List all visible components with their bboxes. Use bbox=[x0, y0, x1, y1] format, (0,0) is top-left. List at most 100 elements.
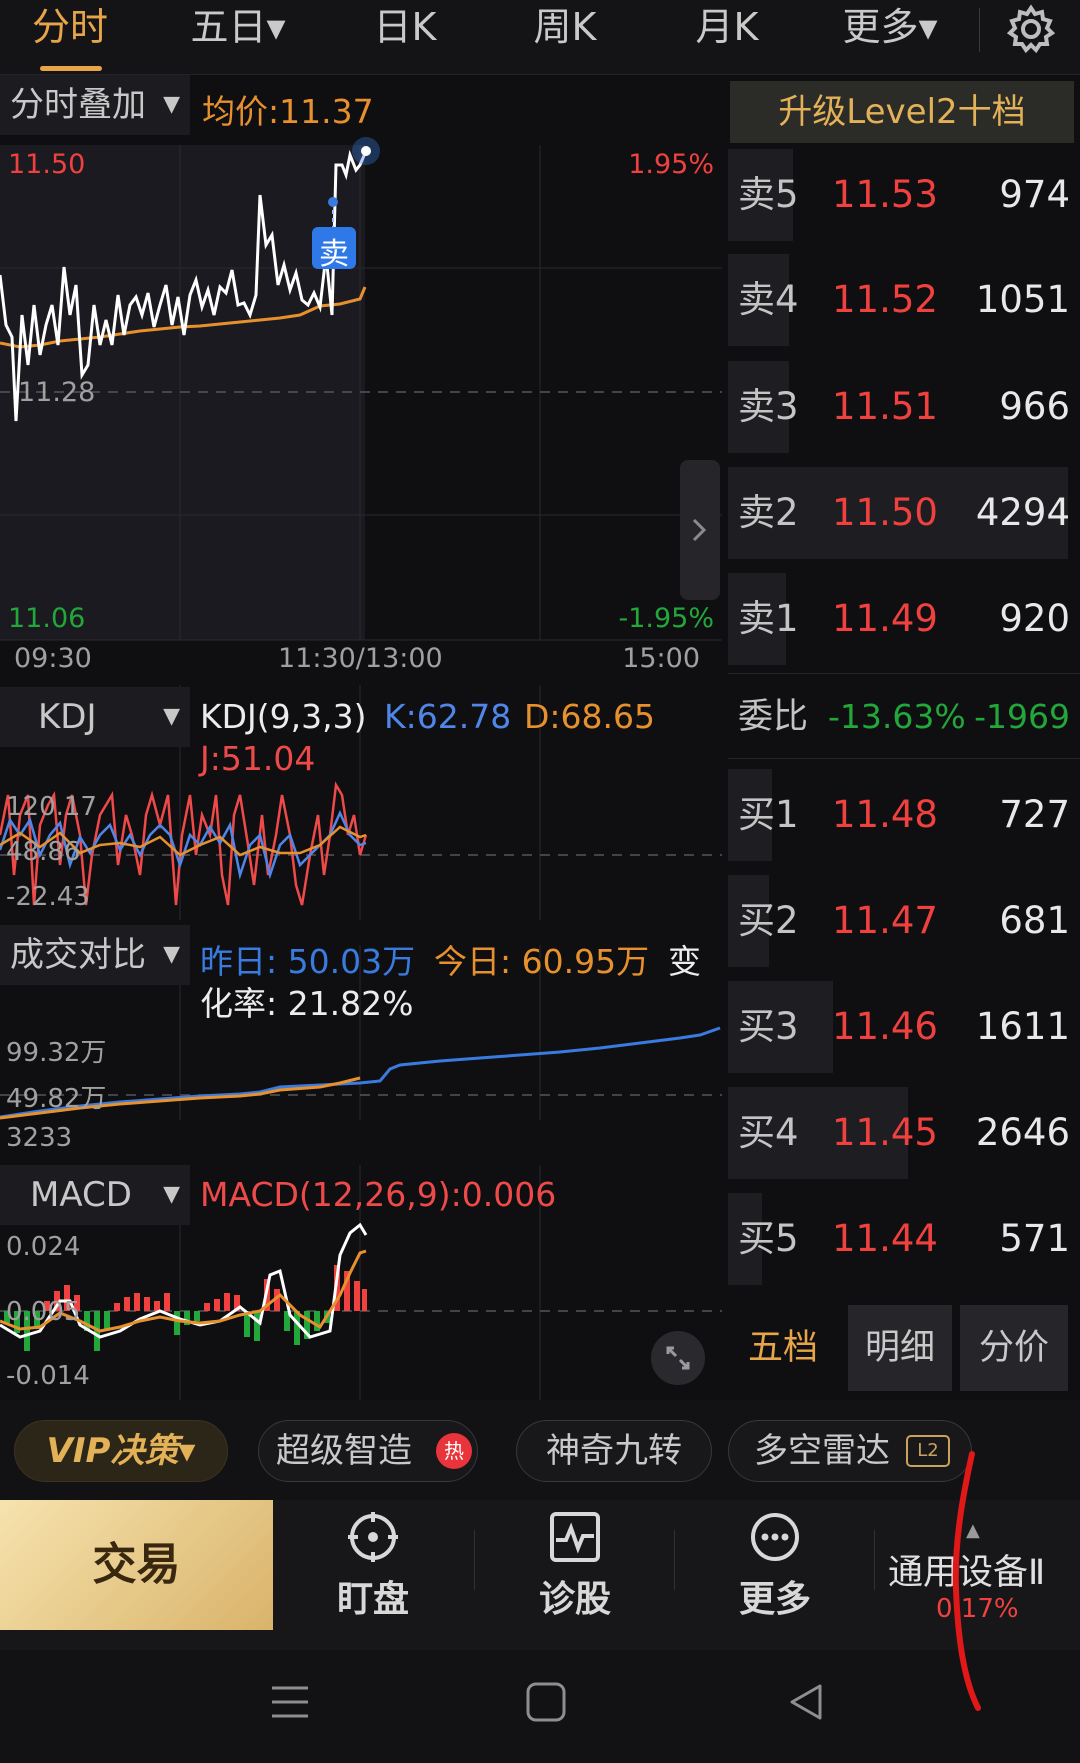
annotation-stroke bbox=[952, 1451, 981, 1711]
price-high-label: 11.50 bbox=[8, 149, 86, 180]
macd-params: MACD(12,26,9):0.006 bbox=[200, 1175, 557, 1214]
ask-price: 11.49 bbox=[832, 597, 938, 640]
trade-button[interactable]: 交易 bbox=[0, 1500, 273, 1630]
order-book: 升级Level2十档 卖5 11.53 974 卖4 11.52 1051 卖3… bbox=[728, 75, 1080, 1400]
ask-row-2[interactable]: 卖2 11.50 4294 bbox=[728, 463, 1080, 563]
bid-price: 11.48 bbox=[832, 793, 938, 836]
diagnose-button[interactable]: 诊股 bbox=[500, 1500, 650, 1630]
ask-row-1[interactable]: 卖1 11.49 920 bbox=[728, 569, 1080, 669]
volume-yesterday: 昨日: 50.03万 bbox=[200, 942, 416, 981]
caret-down-icon: ▼ bbox=[163, 92, 180, 117]
bid-volume: 571 bbox=[999, 1217, 1070, 1260]
more-label: 更多 bbox=[738, 1579, 811, 1620]
upgrade-level2-button[interactable]: 升级Level2十档 bbox=[730, 81, 1074, 143]
avg-price-label: 均价:11.37 bbox=[202, 92, 374, 131]
divider bbox=[874, 1530, 875, 1590]
bid-level-label: 买3 bbox=[738, 1005, 799, 1048]
tab-intraday[interactable]: 分时 bbox=[20, 0, 120, 75]
crosshair-icon bbox=[348, 1512, 398, 1562]
ask-volume: 1051 bbox=[975, 278, 1070, 321]
order-ratio-value: -1969 bbox=[974, 697, 1070, 736]
more-button[interactable]: 更多 bbox=[700, 1500, 850, 1630]
tab-monthly-k[interactable]: 月K bbox=[672, 0, 782, 75]
macd-dropdown[interactable]: MACD ▼ bbox=[0, 1165, 190, 1225]
bid-volume: 681 bbox=[999, 899, 1070, 942]
back-icon[interactable] bbox=[784, 1680, 828, 1724]
more-dots-icon bbox=[751, 1513, 799, 1561]
bid-price: 11.47 bbox=[832, 899, 938, 942]
fullscreen-icon[interactable] bbox=[650, 1330, 706, 1386]
bid-level-label: 买4 bbox=[738, 1111, 799, 1154]
ask-price: 11.53 bbox=[832, 173, 938, 216]
ask-volume: 966 bbox=[999, 385, 1070, 428]
ask-price: 11.52 bbox=[832, 278, 938, 321]
tab-daily-k[interactable]: 日K bbox=[350, 0, 460, 75]
ask-volume: 4294 bbox=[975, 491, 1070, 534]
gear-icon[interactable] bbox=[1006, 4, 1056, 54]
volume-change-prefix: 变 bbox=[668, 942, 701, 981]
bid-price: 11.46 bbox=[832, 1005, 938, 1048]
vip-decision-button[interactable]: VIP决策▾ bbox=[14, 1420, 228, 1482]
ask-price: 11.50 bbox=[832, 491, 938, 534]
bid-volume: 2646 bbox=[975, 1111, 1070, 1154]
bid-row-4[interactable]: 买4 11.45 2646 bbox=[728, 1083, 1080, 1183]
feature-strip: VIP决策▾ 超级智造 热 神奇九转 多空雷达 L2 bbox=[0, 1400, 1080, 1500]
ask-level-label: 卖2 bbox=[738, 491, 799, 534]
tab-five-levels[interactable]: 五档 bbox=[728, 1305, 838, 1391]
divider bbox=[979, 8, 980, 52]
tab-weekly-k[interactable]: 周K bbox=[510, 0, 620, 75]
bid-price: 11.44 bbox=[832, 1217, 938, 1260]
hot-badge: 热 bbox=[436, 1433, 472, 1469]
caret-down-icon: ▼ bbox=[163, 704, 180, 729]
order-ratio-row: 委比 -13.63% -1969 bbox=[728, 673, 1080, 759]
kdj-axis-bottom: -22.43 bbox=[6, 882, 90, 912]
ask-volume: 974 bbox=[999, 173, 1070, 216]
kdj-axis-mid: 48.86 bbox=[6, 837, 81, 867]
volume-compare-dropdown[interactable]: 成交对比 ▼ bbox=[0, 925, 190, 985]
tab-more[interactable]: 更多▾ bbox=[830, 0, 950, 75]
divider bbox=[474, 1530, 475, 1590]
bid-row-1[interactable]: 买1 11.48 727 bbox=[728, 765, 1080, 865]
kdj-d-value: D:68.65 bbox=[524, 697, 656, 736]
price-mid-label: 11.28 bbox=[18, 377, 96, 408]
scroll-handle[interactable] bbox=[680, 460, 720, 600]
period-tab-bar: 分时 五日▾ 日K 周K 月K 更多▾ bbox=[0, 0, 1080, 75]
macd-axis-mid: 0.005 bbox=[6, 1297, 81, 1327]
volume-compare-dropdown-label: 成交对比 bbox=[10, 935, 146, 975]
ask-row-4[interactable]: 卖4 11.52 1051 bbox=[728, 250, 1080, 350]
order-ratio-label: 委比 bbox=[738, 697, 809, 737]
bid-level-label: 买1 bbox=[738, 793, 799, 836]
ask-row-5[interactable]: 卖5 11.53 974 bbox=[728, 145, 1080, 245]
ask-level-label: 卖4 bbox=[738, 278, 799, 321]
tab-price-distribution[interactable]: 分价 bbox=[960, 1305, 1068, 1391]
pct-low-label: -1.95% bbox=[618, 603, 714, 634]
kdj-axis-top: 120.17 bbox=[6, 792, 97, 822]
kdj-j-value: J:51.04 bbox=[200, 739, 316, 778]
overlay-dropdown[interactable]: 分时叠加 ▼ bbox=[0, 75, 190, 135]
bull-bear-radar-label: 多空雷达 bbox=[754, 1431, 890, 1471]
tab-details[interactable]: 明细 bbox=[848, 1305, 952, 1391]
kdj-k-value: K:62.78 bbox=[384, 697, 512, 736]
kdj-dropdown[interactable]: KDJ ▼ bbox=[0, 687, 190, 747]
macd-axis-bottom: -0.014 bbox=[6, 1361, 90, 1391]
divider bbox=[674, 1530, 675, 1590]
volume-today: 今日: 60.95万 bbox=[434, 942, 650, 981]
magic-nine-button[interactable]: 神奇九转 bbox=[516, 1420, 712, 1482]
watch-button[interactable]: 盯盘 bbox=[298, 1500, 448, 1630]
caret-down-icon: ▼ bbox=[163, 1182, 180, 1207]
ask-price: 11.51 bbox=[832, 385, 938, 428]
overlay-dropdown-label: 分时叠加 bbox=[10, 85, 146, 125]
bid-row-5[interactable]: 买5 11.44 571 bbox=[728, 1189, 1080, 1289]
menu-icon[interactable] bbox=[268, 1682, 312, 1722]
time-mid-label: 11:30/13:00 bbox=[278, 643, 443, 674]
order-ratio-pct: -13.63% bbox=[828, 697, 966, 736]
bid-row-2[interactable]: 买2 11.47 681 bbox=[728, 871, 1080, 971]
home-icon[interactable] bbox=[524, 1680, 568, 1724]
bid-row-3[interactable]: 买3 11.46 1611 bbox=[728, 977, 1080, 1077]
sell-marker-label: 卖 bbox=[319, 237, 349, 272]
chart-panel: 分时叠加 ▼ 均价:11.37 11.50 11.28 11.06 1.95% … bbox=[0, 75, 722, 1400]
ask-level-label: 卖3 bbox=[738, 385, 799, 428]
bid-volume: 1611 bbox=[975, 1005, 1070, 1048]
tab-five-day[interactable]: 五日▾ bbox=[178, 0, 298, 75]
ask-row-3[interactable]: 卖3 11.51 966 bbox=[728, 357, 1080, 457]
